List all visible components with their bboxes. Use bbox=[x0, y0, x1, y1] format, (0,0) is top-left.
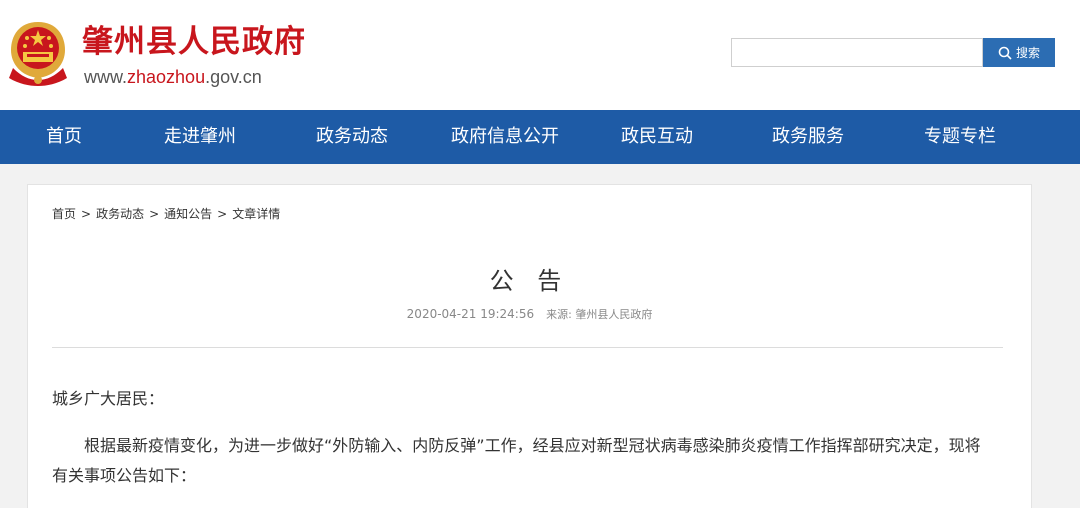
search-button-label: 搜索 bbox=[1015, 46, 1040, 60]
article-paragraph: 根据最新疫情变化，为进一步做好“外防输入、内防反弹”工作，经县应对新型冠状病毒感… bbox=[52, 436, 981, 485]
nav-item-info-disclosure[interactable]: 政府信息公开 bbox=[451, 110, 559, 164]
search-button[interactable]: 搜索 bbox=[983, 38, 1055, 67]
article-meta: 2020-04-21 19:24:56 来源: 肇州县人民政府 bbox=[28, 306, 1031, 322]
breadcrumb-separator: > bbox=[217, 207, 228, 221]
main-nav: 首页 走进肇州 政务动态 政府信息公开 政民互动 政务服务 专题专栏 bbox=[0, 110, 1080, 164]
article-title: 公 告 bbox=[489, 267, 570, 295]
article-source: 来源: 肇州县人民政府 bbox=[546, 308, 653, 321]
article-salutation: 城乡广大居民： bbox=[52, 389, 165, 408]
breadcrumb-separator: > bbox=[81, 207, 92, 221]
article-datetime: 2020-04-21 19:24:56 bbox=[406, 307, 535, 321]
nav-item-special-topics[interactable]: 专题专栏 bbox=[924, 110, 996, 164]
site-title[interactable]: 肇州县人民政府 bbox=[82, 22, 306, 62]
breadcrumb: 首页 > 政务动态 > 通知公告 > 文章详情 bbox=[52, 205, 280, 222]
search-box bbox=[731, 38, 983, 67]
nav-item-government-news[interactable]: 政务动态 bbox=[316, 110, 388, 164]
article-container: 首页 > 政务动态 > 通知公告 > 文章详情 公 告 2020-04-21 19:24:5… bbox=[27, 184, 1032, 508]
nav-item-government-services[interactable]: 政务服务 bbox=[772, 110, 844, 164]
search-icon bbox=[998, 46, 1012, 60]
nav-item-about-zhaozhou[interactable]: 走进肇州 bbox=[164, 110, 236, 164]
site-url: www.zhaozhou.gov.cn bbox=[84, 66, 262, 88]
divider bbox=[52, 347, 1003, 348]
search-input[interactable] bbox=[732, 39, 982, 66]
breadcrumb-home[interactable]: 首页 bbox=[52, 207, 76, 221]
breadcrumb-notices[interactable]: 通知公告 bbox=[164, 207, 212, 221]
site-url-domain: zhaozhou bbox=[127, 67, 206, 87]
breadcrumb-current: 文章详情 bbox=[232, 207, 281, 221]
national-emblem-icon[interactable] bbox=[5, 16, 71, 88]
breadcrumb-separator: > bbox=[149, 207, 160, 221]
breadcrumb-government-news[interactable]: 政务动态 bbox=[96, 207, 144, 221]
site-url-suffix: .gov.cn bbox=[205, 67, 262, 87]
nav-item-public-interaction[interactable]: 政民互动 bbox=[621, 110, 693, 164]
site-url-prefix: www. bbox=[84, 67, 128, 87]
site-header: 肇州县人民政府 www.zhaozhou.gov.cn 搜索 bbox=[0, 0, 1080, 110]
nav-item-home[interactable]: 首页 bbox=[46, 110, 82, 164]
